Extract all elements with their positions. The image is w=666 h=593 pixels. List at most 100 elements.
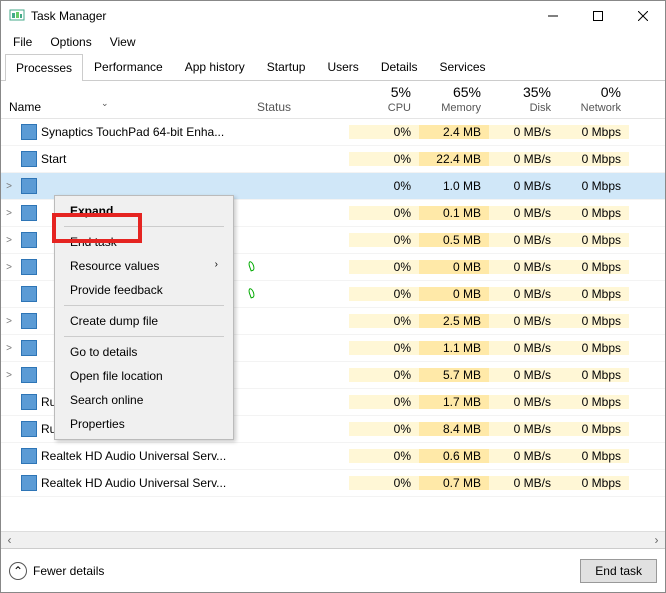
expand-icon[interactable]: > [1,316,17,327]
memory-value: 1.7 MB [419,395,489,409]
chevron-up-icon: ⌃ [9,562,27,580]
minimize-button[interactable] [530,1,575,31]
disk-value: 0 MB/s [489,233,559,247]
menu-separator [64,305,224,306]
cpu-value: 0% [349,125,419,139]
process-icon [21,286,37,302]
network-value: 0 Mbps [559,260,629,274]
memory-value: 8.4 MB [419,422,489,436]
col-name-label: Name [9,100,41,114]
disk-value: 0 MB/s [489,368,559,382]
process-icon [21,421,37,437]
menu-properties[interactable]: Properties [58,412,230,436]
tab-details[interactable]: Details [370,53,429,80]
expand-icon[interactable]: > [1,370,17,381]
close-button[interactable] [620,1,665,31]
col-memory[interactable]: 65%Memory [419,80,489,118]
memory-value: 22.4 MB [419,152,489,166]
menu-resource-values[interactable]: Resource values› [58,254,230,278]
memory-value: 0.7 MB [419,476,489,490]
network-value: 0 Mbps [559,152,629,166]
table-row[interactable]: Realtek HD Audio Universal Serv...0%0.6 … [1,443,665,470]
horizontal-scrollbar[interactable]: ‹ › [1,531,665,548]
menu-expand[interactable]: Expand [58,199,230,223]
tab-startup[interactable]: Startup [256,53,317,80]
cpu-value: 0% [349,368,419,382]
menu-go-to-details[interactable]: Go to details [58,340,230,364]
disk-value: 0 MB/s [489,287,559,301]
scroll-right-icon[interactable]: › [648,532,665,548]
expand-icon[interactable]: > [1,181,17,192]
column-headers: ⌄ Name Status 5%CPU 65%Memory 35%Disk 0%… [1,81,665,119]
network-value: 0 Mbps [559,449,629,463]
disk-value: 0 MB/s [489,476,559,490]
menu-provide-feedback[interactable]: Provide feedback [58,278,230,302]
memory-value: 5.7 MB [419,368,489,382]
expand-icon[interactable]: > [1,235,17,246]
process-name: Start [41,152,249,166]
process-icon [21,151,37,167]
network-value: 0 Mbps [559,395,629,409]
menu-options[interactable]: Options [42,33,99,51]
tab-services[interactable]: Services [429,53,497,80]
expand-icon[interactable]: > [1,208,17,219]
scroll-left-icon[interactable]: ‹ [1,532,18,548]
leaf-icon [247,260,255,271]
col-disk[interactable]: 35%Disk [489,80,559,118]
table-row[interactable]: Start0%22.4 MB0 MB/s0 Mbps [1,146,665,173]
context-menu: Expand End task Resource values› Provide… [54,195,234,440]
menu-open-file-location[interactable]: Open file location [58,364,230,388]
menu-end-task[interactable]: End task [58,230,230,254]
network-value: 0 Mbps [559,233,629,247]
menu-create-dump[interactable]: Create dump file [58,309,230,333]
tab-app-history[interactable]: App history [174,53,256,80]
cpu-value: 0% [349,314,419,328]
process-icon [21,340,37,356]
network-value: 0 Mbps [559,206,629,220]
end-task-button[interactable]: End task [580,559,657,583]
disk-value: 0 MB/s [489,125,559,139]
col-status[interactable]: Status [249,96,349,118]
cpu-value: 0% [349,233,419,247]
table-row[interactable]: Synaptics TouchPad 64-bit Enha...0%2.4 M… [1,119,665,146]
expand-icon[interactable]: > [1,343,17,354]
cpu-value: 0% [349,179,419,193]
memory-value: 1.1 MB [419,341,489,355]
col-name[interactable]: ⌄ Name [1,96,249,118]
col-network[interactable]: 0%Network [559,80,629,118]
tab-performance[interactable]: Performance [83,53,174,80]
maximize-button[interactable] [575,1,620,31]
menu-separator [64,336,224,337]
process-status [249,287,349,301]
menu-search-online[interactable]: Search online [58,388,230,412]
tab-processes[interactable]: Processes [5,54,83,81]
cpu-value: 0% [349,341,419,355]
process-icon [21,313,37,329]
cpu-value: 0% [349,152,419,166]
cpu-value: 0% [349,476,419,490]
memory-value: 2.5 MB [419,314,489,328]
tab-users[interactable]: Users [316,53,369,80]
process-name: Realtek HD Audio Universal Serv... [41,449,249,463]
table-row[interactable]: Realtek HD Audio Universal Serv...0%0.7 … [1,470,665,497]
col-cpu[interactable]: 5%CPU [349,80,419,118]
window-title: Task Manager [31,9,530,23]
process-icon [21,124,37,140]
chevron-right-icon: › [215,259,218,273]
menu-view[interactable]: View [102,33,144,51]
cpu-value: 0% [349,422,419,436]
disk-value: 0 MB/s [489,341,559,355]
fewer-details-button[interactable]: ⌃ Fewer details [9,562,580,580]
menu-file[interactable]: File [5,33,40,51]
network-value: 0 Mbps [559,287,629,301]
process-icon [21,205,37,221]
disk-value: 0 MB/s [489,179,559,193]
expand-icon[interactable]: > [1,262,17,273]
network-value: 0 Mbps [559,341,629,355]
process-icon [21,259,37,275]
process-icon [21,448,37,464]
leaf-icon [247,287,255,298]
disk-value: 0 MB/s [489,395,559,409]
tabs: Processes Performance App history Startu… [1,53,665,81]
memory-value: 1.0 MB [419,179,489,193]
